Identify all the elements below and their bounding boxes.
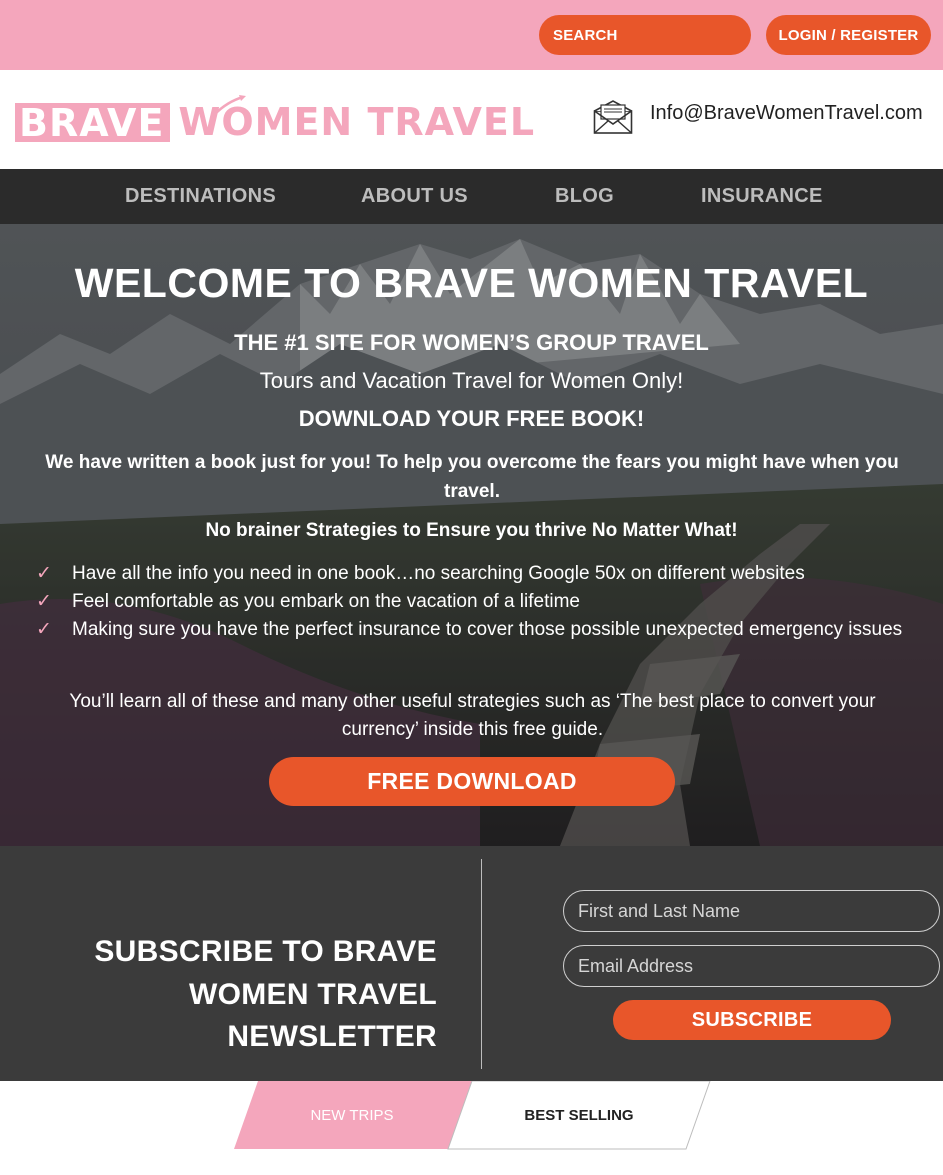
top-bar: SEARCH LOGIN / REGISTER [0, 0, 943, 70]
hero-section: WELCOME TO BRAVE WOMEN TRAVEL THE #1 SIT… [0, 224, 943, 846]
hero-subtitle: THE #1 SITE FOR WOMEN’S GROUP TRAVEL [234, 330, 709, 355]
main-nav: DESTINATIONS ABOUT US BLOG INSURANCE [0, 169, 943, 224]
site-logo[interactable]: BRAVE WOMEN TRAVEL [15, 92, 535, 152]
free-download-button[interactable]: FREE DOWNLOAD [269, 757, 675, 806]
nav-item-destinations[interactable]: DESTINATIONS [125, 169, 276, 224]
download-heading: DOWNLOAD YOUR FREE BOOK! [298, 406, 645, 431]
list-item-text: Making sure you have the perfect insuran… [72, 619, 903, 640]
tab-best-selling[interactable]: BEST SELLING [472, 1081, 686, 1149]
checkmark-icon: ✓ [36, 563, 52, 584]
nav-item-about-us[interactable]: ABOUT US [361, 169, 468, 224]
email-input[interactable] [563, 945, 940, 987]
airplane-icon [214, 95, 246, 115]
list-item-text: Feel comfortable as you embark on the va… [72, 591, 580, 612]
hero-content: WELCOME TO BRAVE WOMEN TRAVEL THE #1 SIT… [0, 224, 943, 846]
list-item-text: Have all the info you need in one book…n… [72, 563, 805, 584]
checkmark-icon: ✓ [36, 591, 52, 612]
site-header: BRAVE WOMEN TRAVEL Info@BraveWomenTravel… [0, 70, 943, 169]
newsletter-title: SUBSCRIBE TO BRAVE WOMEN TRAVEL NEWSLETT… [94, 935, 437, 1053]
nav-item-blog[interactable]: BLOG [555, 169, 614, 224]
contact-email-link[interactable]: Info@BraveWomenTravel.com [650, 102, 923, 125]
product-tabs: NEW TRIPS BEST SELLING [0, 1081, 943, 1175]
hero-learn-text: You’ll learn all of these and many other… [69, 691, 876, 740]
list-item: ✓ Have all the info you need in one book… [36, 560, 916, 588]
hero-tagline: Tours and Vacation Travel for Women Only… [259, 368, 684, 393]
envelope-icon [593, 100, 633, 134]
name-input[interactable] [563, 890, 940, 932]
checkmark-icon: ✓ [36, 619, 52, 640]
logo-brave-text: BRAVE [15, 102, 171, 142]
list-item: ✓ Making sure you have the perfect insur… [36, 616, 916, 644]
hero-intro-text: We have written a book just for you! To … [45, 452, 899, 502]
strategies-heading: No brainer Strategies to Ensure you thri… [205, 520, 738, 541]
tab-new-trips[interactable]: NEW TRIPS [246, 1081, 458, 1149]
newsletter-section: SUBSCRIBE TO BRAVE WOMEN TRAVEL NEWSLETT… [0, 846, 943, 1081]
subscribe-button[interactable]: SUBSCRIBE [613, 1000, 891, 1040]
list-item: ✓ Feel comfortable as you embark on the … [36, 588, 916, 616]
nav-item-insurance[interactable]: INSURANCE [701, 169, 823, 224]
search-button[interactable]: SEARCH [539, 15, 751, 55]
newsletter-divider [481, 859, 482, 1069]
benefits-checklist: ✓ Have all the info you need in one book… [36, 560, 916, 644]
login-register-button[interactable]: LOGIN / REGISTER [766, 15, 931, 55]
hero-title: WELCOME TO BRAVE WOMEN TRAVEL [74, 260, 869, 306]
